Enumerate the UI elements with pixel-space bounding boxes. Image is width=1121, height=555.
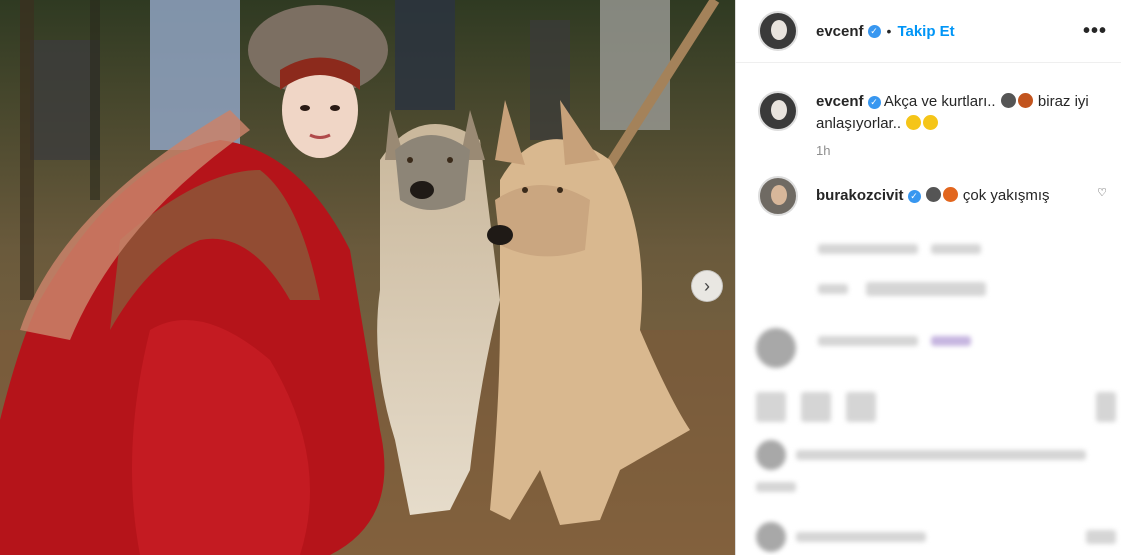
caption-body: evcenf ✓ Akça ve kurtları.. biraz iyi anl…: [816, 91, 1096, 135]
blurred-content: [818, 244, 918, 254]
blurred-content: [931, 336, 971, 346]
caption-username[interactable]: evcenf: [816, 93, 864, 110]
blurred-content: [866, 282, 986, 296]
blurred-content: [1096, 392, 1116, 422]
blurred-avatar: [756, 522, 786, 552]
wolf-emoji-icon: [925, 187, 941, 202]
post-photo[interactable]: ›: [0, 0, 735, 555]
caption-avatar[interactable]: [758, 91, 798, 131]
comment-item: burakozcivit ✓ çok yakışmış ♡: [736, 158, 1121, 216]
instagram-post: › evcenf ✓ • Takip Et ••• evcenf ✓ Akça v…: [0, 0, 1121, 555]
paw-emoji-icon: [1017, 93, 1033, 108]
post-side-panel: evcenf ✓ • Takip Et ••• evcenf ✓ Akça ve …: [735, 0, 1121, 555]
separator-dot: •: [886, 23, 892, 39]
smile-emoji-icon: [923, 115, 939, 130]
photo-illustration: [0, 0, 735, 555]
blurred-content: [801, 392, 831, 422]
blurred-content: [818, 284, 848, 294]
caption-text: Akça ve kurtları..: [883, 93, 996, 110]
blurred-content: [756, 482, 796, 492]
next-photo-button[interactable]: ›: [691, 270, 723, 302]
like-comment-icon[interactable]: ♡: [1097, 186, 1107, 199]
commenter-avatar[interactable]: [758, 176, 798, 216]
blurred-avatar: [756, 440, 786, 470]
blurred-content: [756, 392, 786, 422]
blurred-content: [846, 392, 876, 422]
blurred-content: [931, 244, 981, 254]
commenter-username[interactable]: burakozcivit: [816, 187, 904, 204]
blurred-content: [796, 450, 1086, 460]
fire-emoji-icon: [942, 187, 958, 202]
verified-badge-icon: ✓: [867, 24, 881, 38]
verified-badge-icon: ✓: [907, 190, 921, 203]
author-avatar[interactable]: [758, 11, 798, 51]
post-header: evcenf ✓ • Takip Et •••: [736, 0, 1121, 63]
author-username[interactable]: evcenf: [816, 23, 864, 40]
more-options-icon[interactable]: •••: [1083, 20, 1107, 43]
blurred-content: [818, 336, 918, 346]
wolf-emoji-icon: [1000, 93, 1016, 108]
caption-time: 1h: [816, 143, 831, 158]
comment-body: burakozcivit ✓ çok yakışmış: [816, 185, 1096, 207]
verified-badge-icon: ✓: [867, 96, 881, 109]
blurred-avatar: [756, 328, 796, 368]
comment-text: çok yakışmış: [962, 187, 1050, 204]
blurred-content: [1086, 530, 1116, 544]
follow-button[interactable]: Takip Et: [897, 23, 954, 40]
smile-emoji-icon: [906, 115, 922, 130]
blurred-content: [796, 532, 926, 542]
caption: evcenf ✓ Akça ve kurtları.. biraz iyi anl…: [736, 63, 1121, 135]
